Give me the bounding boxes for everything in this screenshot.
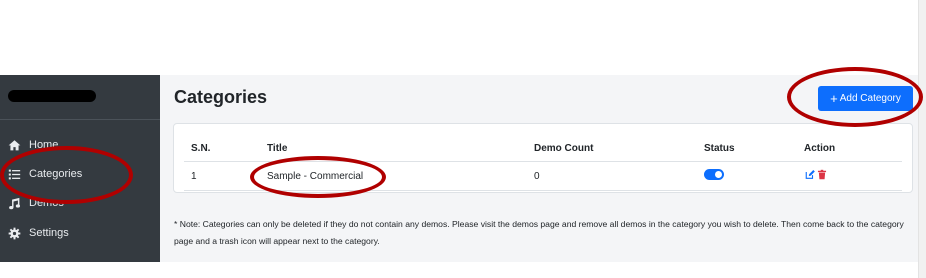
column-header-action: Action: [804, 143, 836, 154]
sidebar-item-label: Settings: [29, 227, 69, 239]
column-header-sn: S.N.: [191, 143, 211, 154]
main-content: Categories + Add Category S.N. Title Dem…: [160, 75, 918, 262]
sidebar-item-label: Demos: [29, 197, 64, 209]
column-header-status: Status: [704, 143, 735, 154]
status-toggle[interactable]: [704, 169, 724, 180]
sidebar-item-categories[interactable]: Categories: [0, 161, 160, 187]
home-icon: [8, 139, 21, 150]
edit-icon[interactable]: [805, 169, 815, 180]
scrollbar[interactable]: [918, 0, 926, 278]
sidebar-item-demos[interactable]: Demos: [0, 190, 160, 216]
add-category-label: Add Category: [839, 93, 901, 104]
sidebar-item-home[interactable]: Home: [0, 132, 160, 158]
sidebar-item-label: Categories: [29, 168, 83, 180]
sidebar-item-settings[interactable]: Settings: [0, 220, 160, 246]
page: Home Categories Demos Settings Categorie…: [0, 0, 926, 278]
add-category-button[interactable]: + Add Category: [818, 86, 913, 111]
trash-icon[interactable]: [817, 169, 827, 180]
column-header-demo-count: Demo Count: [534, 143, 594, 154]
header-divider: [184, 161, 902, 162]
music-icon: [9, 197, 21, 209]
row-divider: [184, 190, 902, 191]
list-icon: [8, 169, 21, 179]
sidebar: Home Categories Demos Settings: [0, 75, 160, 262]
toggle-knob: [715, 171, 722, 178]
gear-icon: [8, 227, 21, 239]
categories-table: S.N. Title Demo Count Status Action 1 Sa…: [173, 123, 913, 193]
column-header-title: Title: [267, 143, 288, 154]
row-title: Sample - Commercial: [267, 171, 364, 182]
plus-icon: +: [830, 91, 838, 106]
delete-note: * Note: Categories can only be deleted i…: [174, 219, 904, 246]
sidebar-item-label: Home: [29, 139, 59, 151]
row-sn: 1: [191, 171, 197, 182]
row-demo-count: 0: [534, 171, 540, 182]
redacted-brand-logo: [8, 90, 96, 102]
sidebar-divider: [0, 119, 160, 120]
page-title: Categories: [174, 87, 268, 107]
